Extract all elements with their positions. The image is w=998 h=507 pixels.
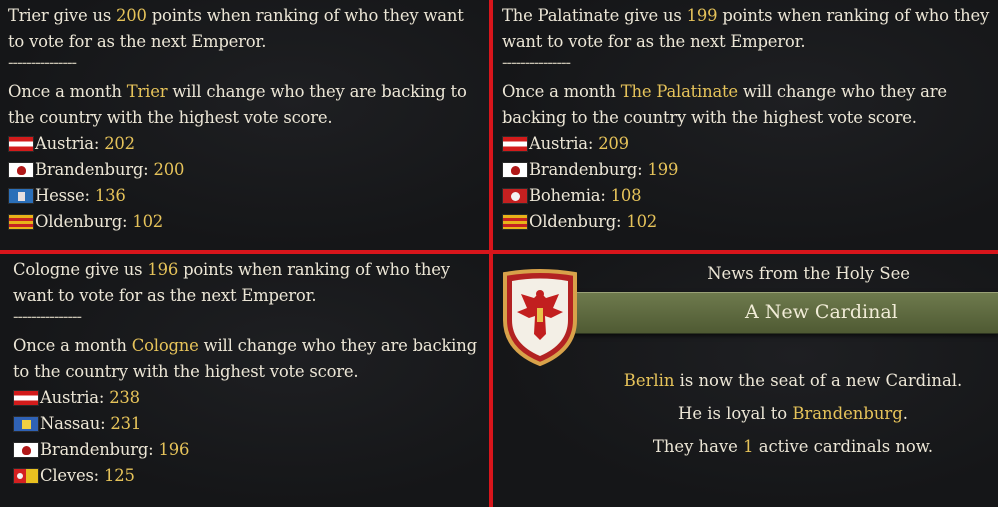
intro-text: give us xyxy=(619,6,687,25)
news-line-seat: Berlin is now the seat of a new Cardinal… xyxy=(613,364,973,397)
country-name: Bohemia: xyxy=(529,186,606,205)
country-name: Oldenburg: xyxy=(35,212,128,231)
score-row-bohemia: Bohemia: 108 xyxy=(502,183,994,209)
monthly-text: Once a month xyxy=(13,336,132,355)
country-name: Brandenburg: xyxy=(35,160,149,179)
elector-points: 199 xyxy=(686,6,718,25)
vote-score: 136 xyxy=(94,186,126,205)
city-name: Berlin xyxy=(623,371,675,390)
vote-score: 102 xyxy=(132,212,164,231)
separator: --------------- xyxy=(502,53,571,72)
vote-score: 231 xyxy=(110,414,142,433)
news-line-loyalty: He is loyal to Brandenburg. xyxy=(613,397,973,430)
news-popup: News from the Holy See A New Cardinal Be… xyxy=(493,254,998,507)
news-title-banner: A New Cardinal xyxy=(541,292,998,334)
oldenburg-flag-icon xyxy=(502,214,528,230)
country-name: Brandenburg xyxy=(792,404,903,423)
austria-flag-icon xyxy=(13,390,39,406)
elector-tooltip-cologne: Cologne give us 196 points when ranking … xyxy=(0,254,489,507)
vote-score: 102 xyxy=(626,212,658,231)
brandenburg-flag-icon xyxy=(502,162,528,178)
country-name: Nassau: xyxy=(40,414,106,433)
news-text: is now the seat of a new Cardinal. xyxy=(674,371,963,390)
score-row-austria: Austria: 209 xyxy=(502,131,994,157)
country-name: Cleves: xyxy=(40,466,99,485)
tooltip-monthly: Once a month Cologne will change who the… xyxy=(13,333,483,385)
country-name: Brandenburg: xyxy=(40,440,154,459)
score-row-oldenburg: Oldenburg: 102 xyxy=(502,209,994,235)
monthly-text: Once a month xyxy=(8,82,127,101)
country-name: Austria: xyxy=(35,134,100,153)
score-row-brandenburg: Brandenburg: 199 xyxy=(502,157,994,183)
tooltip-intro: Cologne give us 196 points when ranking … xyxy=(13,257,483,309)
monthly-text: Once a month xyxy=(502,82,621,101)
hesse-flag-icon xyxy=(8,188,34,204)
country-name: Brandenburg: xyxy=(529,160,643,179)
score-row-nassau: Nassau: 231 xyxy=(13,411,483,437)
intro-text: give us xyxy=(79,260,148,279)
country-name: Austria: xyxy=(529,134,594,153)
separator: --------------- xyxy=(13,307,82,326)
elector-points: 200 xyxy=(116,6,147,25)
vote-score: 196 xyxy=(158,440,190,459)
cardinal-count: 1 xyxy=(743,437,754,456)
intro-text: give us xyxy=(48,6,117,25)
score-row-brandenburg: Brandenburg: 200 xyxy=(8,157,483,183)
tooltip-monthly: Once a month Trier will change who they … xyxy=(8,79,483,131)
brandenburg-flag-icon xyxy=(13,442,39,458)
tooltip-intro: Trier give us 200 points when ranking of… xyxy=(8,3,483,55)
elector-name: Trier xyxy=(8,6,49,25)
nassau-flag-icon xyxy=(13,416,39,432)
news-text: They have xyxy=(652,437,744,456)
elector-name: The Palatinate xyxy=(502,6,620,25)
vote-score: 108 xyxy=(610,186,642,205)
elector-tooltip-trier: Trier give us 200 points when ranking of… xyxy=(0,0,489,250)
country-name: Oldenburg: xyxy=(529,212,622,231)
cleves-flag-icon xyxy=(13,468,39,484)
country-name: Austria: xyxy=(40,388,105,407)
vote-score: 199 xyxy=(647,160,679,179)
vote-score: 202 xyxy=(104,134,135,153)
news-text: . xyxy=(902,404,908,423)
vote-score: 238 xyxy=(109,388,140,407)
elector-name-highlight: Cologne xyxy=(131,336,199,355)
country-name: Hesse: xyxy=(35,186,90,205)
news-text: active cardinals now. xyxy=(753,437,934,456)
elector-name: Cologne xyxy=(13,260,80,279)
tooltip-monthly: Once a month The Palatinate will change … xyxy=(502,79,994,131)
separator: --------------- xyxy=(8,53,77,72)
red-divider-horizontal xyxy=(0,250,998,254)
score-row-oldenburg: Oldenburg: 102 xyxy=(8,209,483,235)
elector-name-highlight: Trier xyxy=(126,82,168,101)
vote-score: 200 xyxy=(153,160,185,179)
brandenburg-flag-icon xyxy=(8,162,34,178)
vote-score: 209 xyxy=(598,134,629,153)
elector-points: 196 xyxy=(147,260,179,279)
score-row-austria: Austria: 202 xyxy=(8,131,483,157)
oldenburg-flag-icon xyxy=(8,214,34,230)
elector-name-highlight: The Palatinate xyxy=(620,82,738,101)
brandenburg-eagle-shield-icon xyxy=(499,268,581,368)
news-text: He is loyal to xyxy=(678,404,793,423)
news-line-count: They have 1 active cardinals now. xyxy=(613,430,973,463)
score-row-austria: Austria: 238 xyxy=(13,385,483,411)
elector-tooltip-palatinate: The Palatinate give us 199 points when r… xyxy=(493,0,998,250)
vote-score: 125 xyxy=(104,466,135,485)
austria-flag-icon xyxy=(8,136,34,152)
bohemia-flag-icon xyxy=(502,188,528,204)
news-title: A New Cardinal xyxy=(745,301,898,323)
news-body: Berlin is now the seat of a new Cardinal… xyxy=(613,364,973,463)
tooltip-intro: The Palatinate give us 199 points when r… xyxy=(502,3,994,55)
score-row-cleves: Cleves: 125 xyxy=(13,463,483,489)
score-row-brandenburg: Brandenburg: 196 xyxy=(13,437,483,463)
austria-flag-icon xyxy=(502,136,528,152)
score-row-hesse: Hesse: 136 xyxy=(8,183,483,209)
